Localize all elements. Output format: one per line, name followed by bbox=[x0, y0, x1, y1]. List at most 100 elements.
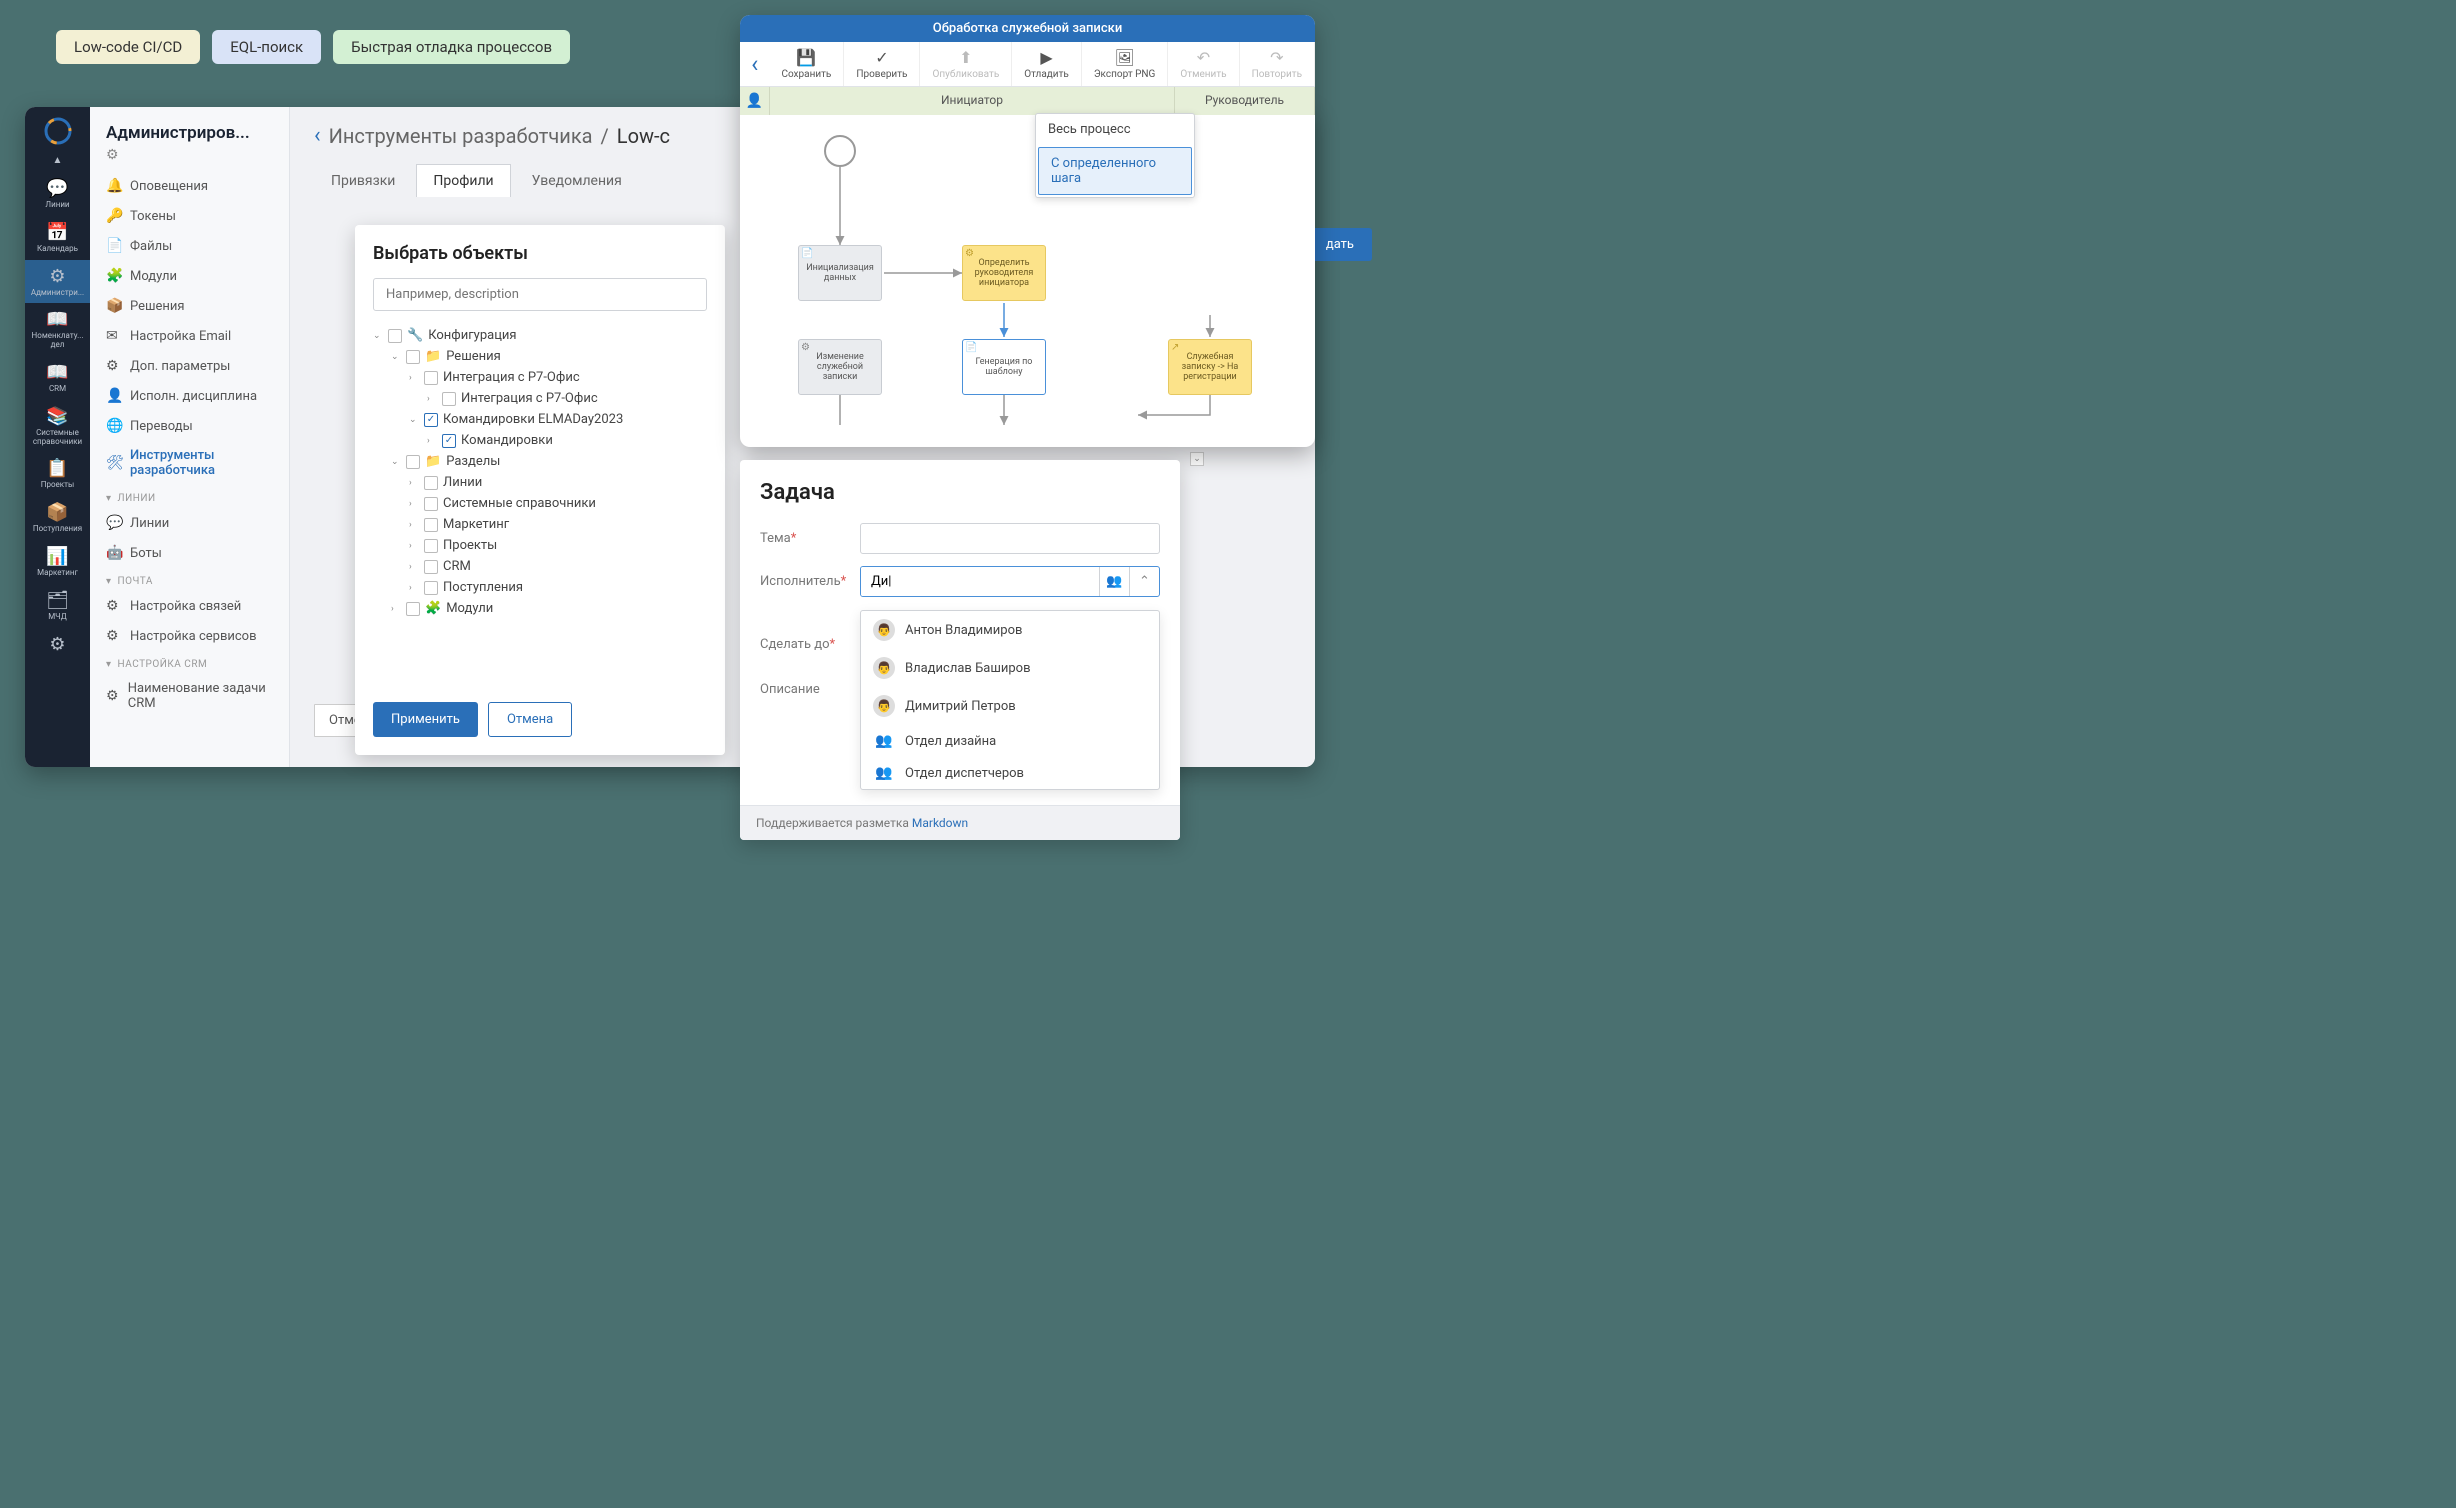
menu-params[interactable]: ⚙Доп. параметры bbox=[90, 351, 289, 381]
tree-checkbox[interactable] bbox=[424, 539, 438, 553]
node-determine[interactable]: ⚙Определить руководителя инициатора bbox=[962, 245, 1046, 301]
menu-files[interactable]: 📄Файлы bbox=[90, 231, 289, 261]
tree-checkbox[interactable] bbox=[442, 392, 456, 406]
executor-input[interactable] bbox=[861, 567, 1099, 596]
tree-section[interactable]: Системные справочники bbox=[443, 496, 707, 511]
node-init[interactable]: 📄Инициализация данных bbox=[798, 245, 882, 301]
process-canvas[interactable]: 📄Инициализация данных ⚙Изменение служебн… bbox=[740, 115, 1315, 435]
rail-calendar[interactable]: 📅Календарь bbox=[25, 216, 90, 260]
tree-checkbox[interactable] bbox=[406, 602, 420, 616]
tree-section[interactable]: Проекты bbox=[443, 538, 707, 553]
menu-discipline[interactable]: 👤Исполн. дисциплина bbox=[90, 381, 289, 411]
chip-cicd[interactable]: Low-code CI/CD bbox=[56, 30, 200, 64]
rail-intake[interactable]: 📦Поступления bbox=[25, 496, 90, 540]
menu-modules[interactable]: 🧩Модули bbox=[90, 261, 289, 291]
undo-button[interactable]: ↶Отменить bbox=[1168, 42, 1239, 86]
tree-toggle[interactable]: › bbox=[427, 436, 437, 446]
tree-int1[interactable]: Интеграция с Р7-Офис bbox=[443, 370, 707, 385]
menu-devtools[interactable]: 🛠Инструменты разработчика bbox=[90, 441, 289, 485]
tree-trips[interactable]: Командировки ELMADay2023 bbox=[443, 412, 707, 427]
modal-search-input[interactable] bbox=[373, 278, 707, 311]
tree-toggle[interactable]: ⌄ bbox=[373, 331, 383, 341]
tree-toggle[interactable]: › bbox=[427, 394, 437, 404]
rail-mchd[interactable]: 🗂МЧД bbox=[25, 584, 90, 628]
rail-nomenclature[interactable]: 📖Номенклату... дел bbox=[25, 303, 90, 356]
chip-debug[interactable]: Быстрая отладка процессов bbox=[333, 30, 570, 64]
menu-bots[interactable]: 🤖Боты bbox=[90, 538, 289, 568]
tree-int2[interactable]: Интеграция с Р7-Офис bbox=[461, 391, 707, 406]
chevron-up-icon[interactable]: ⌃ bbox=[1129, 567, 1159, 596]
menu-group-crm[interactable]: ▾НАСТРОЙКА CRM bbox=[90, 651, 289, 674]
back-button[interactable]: ‹ bbox=[740, 42, 769, 86]
menu-crm-taskname[interactable]: ⚙Наименование задачи CRM bbox=[90, 674, 289, 718]
tree-toggle[interactable]: ⌄ bbox=[391, 352, 401, 362]
tree-toggle[interactable]: › bbox=[391, 604, 401, 614]
people-picker-icon[interactable]: 👥 bbox=[1099, 567, 1129, 596]
node-generate[interactable]: 📄Генерация по шаблону bbox=[962, 339, 1046, 395]
menu-lines[interactable]: 💬Линии bbox=[90, 508, 289, 538]
tree-checkbox[interactable] bbox=[424, 560, 438, 574]
publish-button[interactable]: ⬆Опубликовать bbox=[920, 42, 1012, 86]
dropdown-from-step[interactable]: С определенного шага bbox=[1038, 147, 1192, 195]
export-button[interactable]: 🖼Экспорт PNG bbox=[1082, 42, 1169, 86]
node-register[interactable]: ↗Служебная записку -> На регистрации bbox=[1168, 339, 1252, 395]
sidebar-gear-icon[interactable]: ⚙ bbox=[90, 147, 289, 171]
suggest-group[interactable]: 👥Отдел дизайна bbox=[861, 725, 1159, 757]
suggest-user[interactable]: 👨Димитрий Петров bbox=[861, 687, 1159, 725]
topic-input[interactable] bbox=[860, 523, 1160, 554]
tree-checkbox[interactable] bbox=[406, 455, 420, 469]
tree-section[interactable]: Поступления bbox=[443, 580, 707, 595]
rail-lines[interactable]: 💬Линии bbox=[25, 172, 90, 216]
rail-marketing[interactable]: 📊Маркетинг bbox=[25, 540, 90, 584]
rail-directories[interactable]: 📚Системные справочники bbox=[25, 400, 90, 453]
menu-group-mail[interactable]: ▾ПОЧТА bbox=[90, 568, 289, 591]
tree-checkbox[interactable] bbox=[388, 329, 402, 343]
create-button[interactable]: дать bbox=[1308, 228, 1372, 261]
tree-toggle[interactable]: ⌄ bbox=[409, 415, 419, 425]
markdown-link[interactable]: Markdown bbox=[912, 816, 968, 830]
menu-email[interactable]: ✉Настройка Email bbox=[90, 321, 289, 351]
tree-checkbox[interactable]: ✓ bbox=[424, 413, 438, 427]
menu-notifications[interactable]: 🔔Оповещения bbox=[90, 171, 289, 201]
start-node[interactable] bbox=[824, 135, 856, 167]
tab-profiles[interactable]: Профили bbox=[416, 164, 510, 197]
menu-translations[interactable]: 🌐Переводы bbox=[90, 411, 289, 441]
back-icon[interactable]: ‹ bbox=[314, 123, 321, 148]
rail-collapse[interactable]: ▲ bbox=[53, 155, 63, 166]
menu-mail-links[interactable]: ⚙Настройка связей bbox=[90, 591, 289, 621]
breadcrumb-parent[interactable]: Инструменты разработчика bbox=[329, 124, 593, 148]
tree-checkbox[interactable] bbox=[424, 581, 438, 595]
rail-crm[interactable]: 📖CRM bbox=[25, 356, 90, 400]
tree-modules[interactable]: Модули bbox=[446, 601, 707, 616]
tree-checkbox[interactable] bbox=[424, 518, 438, 532]
tree-solutions[interactable]: Решения bbox=[446, 349, 707, 364]
suggest-group[interactable]: 👥Отдел диспетчеров bbox=[861, 757, 1159, 789]
tree-toggle[interactable]: › bbox=[409, 373, 419, 383]
save-button[interactable]: 💾Сохранить bbox=[769, 42, 844, 86]
tree-section[interactable]: CRM bbox=[443, 559, 707, 574]
redo-button[interactable]: ↷Повторить bbox=[1240, 42, 1315, 86]
tree-section[interactable]: Линии bbox=[443, 475, 707, 490]
menu-tokens[interactable]: 🔑Токены bbox=[90, 201, 289, 231]
chip-eql[interactable]: EQL-поиск bbox=[212, 30, 321, 64]
tree-config[interactable]: Конфигурация bbox=[428, 328, 707, 343]
tree-toggle[interactable]: ⌄ bbox=[391, 457, 401, 467]
menu-mail-services[interactable]: ⚙Настройка сервисов bbox=[90, 621, 289, 651]
menu-group-lines[interactable]: ▾ЛИНИИ bbox=[90, 485, 289, 508]
rail-settings[interactable]: ⚙ bbox=[25, 628, 90, 663]
cancel-button[interactable]: Отмена bbox=[488, 702, 572, 737]
rail-projects[interactable]: 📋Проекты bbox=[25, 452, 90, 496]
suggest-user[interactable]: 👨Владислав Баширов bbox=[861, 649, 1159, 687]
node-change[interactable]: ⚙Изменение служебной записки bbox=[798, 339, 882, 395]
collapse-chevron[interactable]: ⌄ bbox=[1190, 452, 1204, 466]
tree-trips-child[interactable]: Командировки bbox=[461, 433, 707, 448]
menu-solutions[interactable]: 📦Решения bbox=[90, 291, 289, 321]
tree-checkbox[interactable] bbox=[424, 371, 438, 385]
tree-checkbox[interactable] bbox=[406, 350, 420, 364]
tree-checkbox[interactable] bbox=[424, 476, 438, 490]
rail-admin[interactable]: ⚙Администри... bbox=[25, 260, 90, 304]
tree-checkbox[interactable]: ✓ bbox=[442, 434, 456, 448]
tree-checkbox[interactable] bbox=[424, 497, 438, 511]
tree-section[interactable]: Маркетинг bbox=[443, 517, 707, 532]
dropdown-all-process[interactable]: Весь процесс bbox=[1036, 114, 1194, 145]
